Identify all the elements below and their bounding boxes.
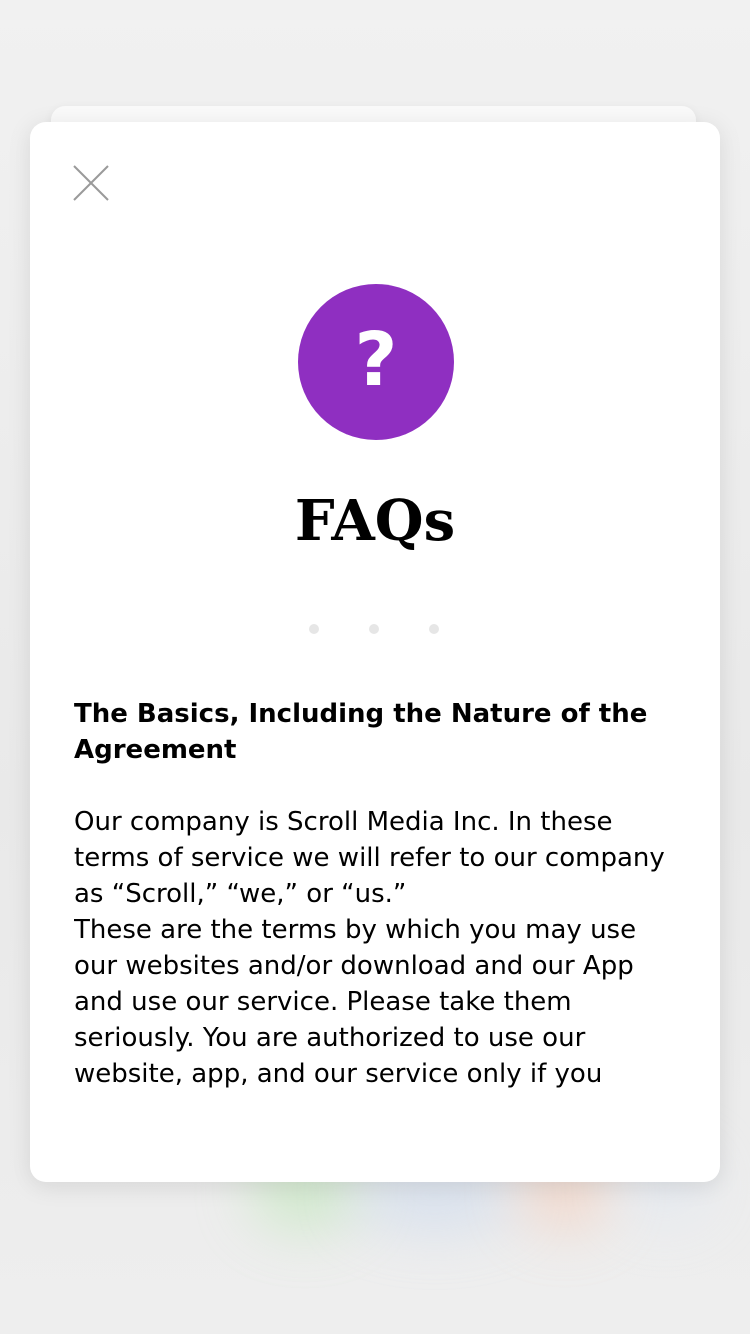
page-title: FAQs xyxy=(294,488,456,554)
close-button[interactable] xyxy=(70,162,112,204)
page-dot[interactable] xyxy=(429,624,439,634)
question-mark-icon: ? xyxy=(354,317,398,403)
section-paragraph: Our company is Scroll Media Inc. In thes… xyxy=(74,807,665,909)
page-indicator xyxy=(309,624,439,634)
faq-content[interactable]: The Basics, Including the Nature of the … xyxy=(74,696,674,1098)
close-icon xyxy=(73,165,109,201)
section-paragraph: These are the terms by which you may use… xyxy=(74,915,637,1098)
faq-modal: ? FAQs The Basics, Including the Nature … xyxy=(30,122,720,1182)
page-dot[interactable] xyxy=(309,624,319,634)
section-heading: The Basics, Including the Nature of the … xyxy=(74,699,648,765)
faq-badge: ? xyxy=(298,284,454,440)
page-dot[interactable] xyxy=(369,624,379,634)
